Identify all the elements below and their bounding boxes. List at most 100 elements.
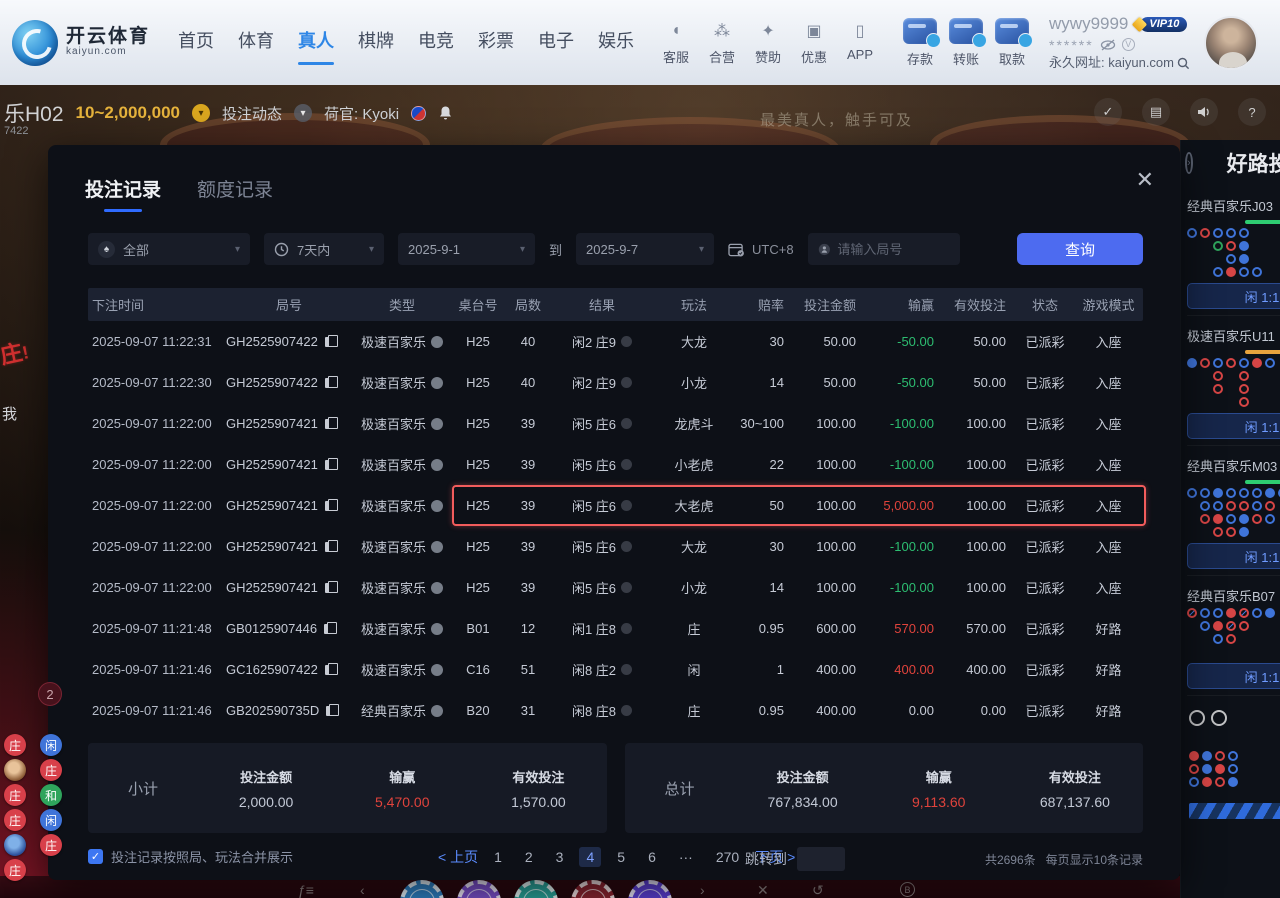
copy-icon[interactable] [326, 706, 334, 716]
rebet-icon[interactable]: B [900, 882, 915, 897]
chips-scroll-left-icon[interactable]: ‹ [360, 882, 365, 898]
prev-page-button[interactable]: < 上页 [438, 847, 478, 867]
page-button-1[interactable]: 1 [487, 847, 509, 867]
copy-icon[interactable] [325, 419, 333, 429]
avatar[interactable] [1204, 16, 1258, 70]
chips-scroll-right-icon[interactable]: › [700, 882, 705, 898]
date-from-dropdown[interactable]: 2025-9-1 ▾ [398, 233, 535, 265]
quick-link-APP[interactable]: ▯APP [837, 20, 883, 66]
sidebar-bottom-decor [1189, 710, 1280, 819]
copy-icon[interactable] [325, 665, 333, 675]
speaker-icon[interactable] [1190, 98, 1218, 126]
game-type-text: 极速百家乐 [361, 332, 426, 351]
result-detail-icon[interactable] [621, 377, 632, 388]
quick-link-客服[interactable]: ◖客服 [653, 20, 699, 66]
info-icon[interactable] [431, 336, 443, 348]
cancel-bet-icon[interactable]: ✕ [757, 882, 769, 898]
info-icon[interactable] [431, 459, 443, 471]
bet-feed-label[interactable]: 投注动态 [222, 103, 282, 124]
bet-limits[interactable]: 10~2,000,000 [76, 103, 180, 123]
result-detail-icon[interactable] [621, 705, 632, 716]
tab-quota-records[interactable]: 额度记录 [197, 175, 273, 212]
query-button[interactable]: 查询 [1017, 233, 1143, 265]
result-detail-icon[interactable] [621, 582, 632, 593]
chip-1000[interactable]: 1000 [628, 880, 672, 898]
info-icon[interactable] [431, 541, 443, 553]
quick-link-赞助[interactable]: ✦赞助 [745, 20, 791, 66]
date-range-dropdown[interactable]: 7天内 ▾ [264, 233, 384, 265]
copy-icon[interactable] [325, 501, 333, 511]
info-icon[interactable] [431, 664, 443, 676]
follow-bet-button[interactable]: 闲 1:1 [1187, 543, 1280, 569]
follow-bet-button[interactable]: 闲 1:1 [1187, 663, 1280, 689]
jump-page-input[interactable] [797, 847, 845, 871]
undo-bet-icon[interactable]: ↺ [812, 882, 824, 898]
result-detail-icon[interactable] [621, 541, 632, 552]
result-detail-icon[interactable] [621, 664, 632, 675]
round-search-input[interactable] [837, 242, 949, 257]
formula-bet-icon[interactable]: ƒ≡ [298, 882, 314, 898]
username[interactable]: wywy9999 [1049, 14, 1128, 34]
copy-icon[interactable] [325, 460, 333, 470]
follow-bet-button[interactable]: 闲 1:1 [1187, 413, 1280, 439]
nav-item-彩票[interactable]: 彩票 [478, 27, 514, 59]
info-icon[interactable] [431, 705, 443, 717]
copy-icon[interactable] [325, 378, 333, 388]
wallet-link-存款[interactable]: 存款 [897, 18, 943, 68]
limits-chevron-icon[interactable]: ▾ [192, 104, 210, 122]
nav-item-电子[interactable]: 电子 [538, 27, 574, 59]
chip-500[interactable]: 500 [571, 880, 615, 898]
page-button-270[interactable]: 270 [709, 847, 746, 867]
nav-item-体育[interactable]: 体育 [238, 27, 274, 59]
chip-50[interactable]: 50 [400, 880, 444, 898]
feed-chevron-icon[interactable]: ▾ [294, 104, 312, 122]
collapse-panel-icon[interactable]: › [1185, 152, 1193, 174]
page-button-2[interactable]: 2 [518, 847, 540, 867]
copy-icon[interactable] [325, 337, 333, 347]
chip-200[interactable]: 200 [514, 880, 558, 898]
close-icon[interactable]: ✕ [1136, 167, 1154, 193]
quick-link-优惠[interactable]: ▣优惠 [791, 20, 837, 66]
modal-tabs: 投注记录 额度记录 [85, 175, 273, 212]
nav-item-棋牌[interactable]: 棋牌 [358, 27, 394, 59]
nav-item-首页[interactable]: 首页 [178, 27, 214, 59]
nav-item-娱乐[interactable]: 娱乐 [598, 27, 634, 59]
road-cell [1239, 621, 1249, 631]
info-icon[interactable] [431, 418, 443, 430]
result-detail-icon[interactable] [621, 336, 632, 347]
nav-item-真人[interactable]: 真人 [298, 27, 334, 59]
page-button-6[interactable]: 6 [641, 847, 663, 867]
category-dropdown[interactable]: ♠ 全部 ▾ [88, 233, 250, 265]
page-button-5[interactable]: 5 [610, 847, 632, 867]
info-icon[interactable] [431, 582, 443, 594]
date-to-dropdown[interactable]: 2025-9-7 ▾ [576, 233, 714, 265]
info-icon[interactable] [431, 500, 443, 512]
nav-item-电竞[interactable]: 电竞 [418, 27, 454, 59]
eye-off-icon[interactable] [1100, 39, 1116, 51]
result-detail-icon[interactable] [621, 623, 632, 634]
wallet-link-转账[interactable]: 转账 [943, 18, 989, 68]
copy-icon[interactable] [325, 583, 333, 593]
page-button-4[interactable]: 4 [579, 847, 601, 867]
info-icon[interactable] [431, 377, 443, 389]
result-detail-icon[interactable] [621, 459, 632, 470]
site-logo[interactable]: 开云体育 kaiyun.com [12, 20, 150, 66]
video-check-icon[interactable]: ✓ [1094, 98, 1122, 126]
bell-icon[interactable] [438, 105, 453, 121]
copy-icon[interactable] [324, 624, 332, 634]
merge-checkbox[interactable]: ✓ [88, 849, 103, 864]
tab-bet-records[interactable]: 投注记录 [85, 175, 161, 212]
follow-bet-button[interactable]: 闲 1:1 [1187, 283, 1280, 309]
more-pages-button[interactable]: ··· [672, 847, 700, 867]
result-detail-icon[interactable] [621, 418, 632, 429]
video-quality-icon[interactable]: ▤ [1142, 98, 1170, 126]
help-icon[interactable]: ? [1238, 98, 1266, 126]
result-detail-icon[interactable] [621, 500, 632, 511]
chip-100[interactable]: 100 [457, 880, 501, 898]
wallet-link-取款[interactable]: 取款 [989, 18, 1035, 68]
search-icon[interactable] [1177, 57, 1190, 70]
info-icon[interactable] [431, 623, 443, 635]
quick-link-合营[interactable]: ⁂合营 [699, 20, 745, 66]
copy-icon[interactable] [325, 542, 333, 552]
page-button-3[interactable]: 3 [549, 847, 571, 867]
